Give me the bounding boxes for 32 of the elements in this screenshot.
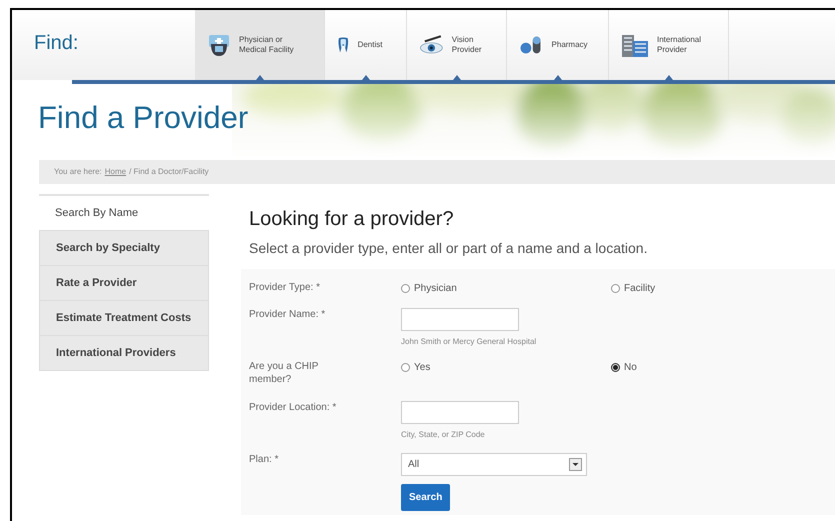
sidebar-item[interactable]: International Providers [39, 336, 209, 371]
sidebar-item[interactable]: Search by Specialty [39, 231, 209, 266]
radio-label: Physician [414, 282, 457, 296]
sidebar-item[interactable]: Rate a Provider [39, 266, 209, 301]
plan-dropdown[interactable]: All [401, 453, 587, 476]
field-label: Provider Type: * [249, 281, 321, 295]
field-label: Are you a CHIP member? [249, 360, 320, 387]
radio-label: Yes [414, 361, 430, 375]
radio-button[interactable] [611, 284, 620, 293]
field-label: Plan: * [249, 453, 280, 467]
field-label: Provider Name: * [249, 308, 326, 322]
search-button[interactable]: Search [401, 484, 450, 511]
form-subheading: Select a provider type, enter all or part of a name and a location. [248, 239, 648, 258]
page-title: Find a Provider [38, 99, 248, 133]
find-label: Find: [34, 32, 78, 54]
field-hint: John Smith or Mercy General Hospital [401, 336, 536, 348]
radio-button[interactable] [401, 363, 410, 372]
breadcrumb-label: You are here: [54, 166, 102, 178]
radio-button[interactable] [611, 363, 620, 372]
radio-label: Facility [624, 282, 656, 296]
radio-label: No [624, 361, 637, 375]
medical-kit-icon [207, 32, 231, 58]
breadcrumb-text: / Find a Doctor/Facility [129, 166, 209, 178]
radio-button[interactable] [401, 284, 410, 293]
input-field[interactable] [401, 308, 519, 331]
input-field[interactable] [401, 401, 519, 424]
field-label: Provider Location: * [249, 401, 338, 415]
provider-tab[interactable]: Physician or Medical Facility [195, 10, 325, 80]
sidebar-item[interactable]: Estimate Treatment Costs [39, 301, 209, 336]
field-hint: City, State, or ZIP Code [401, 429, 486, 441]
form-heading: Looking for a provider? [248, 207, 455, 232]
buildings-icon [621, 32, 649, 58]
